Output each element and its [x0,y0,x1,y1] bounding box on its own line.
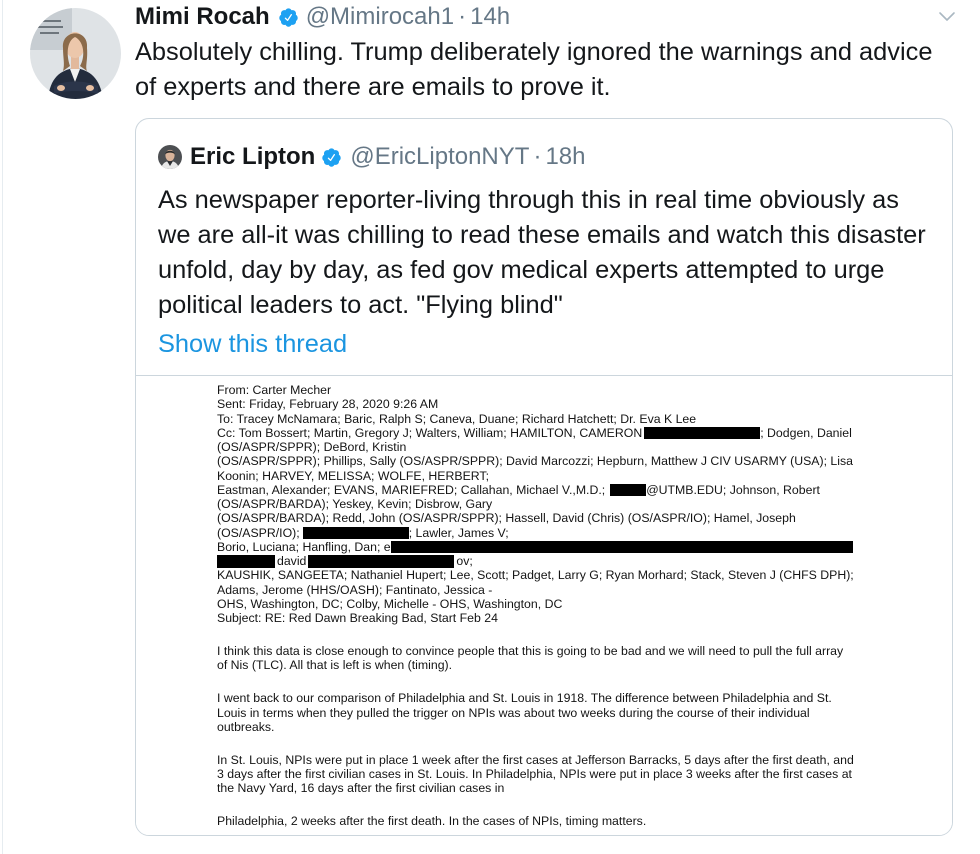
meta-separator: · [458,3,467,30]
email-text-segment: Borio, Luciana; Hanfling, Dan; e [217,539,391,554]
email-subject: Subject: RE: Red Dawn Breaking Bad, Star… [217,611,498,625]
email-body-line: of Nis (TLC). All that is left is when (… [217,658,453,673]
email-body-line: the Navy Yard, 16 days after the first c… [217,781,505,796]
email-recipient-line: Eastman, Alexander; EVANS, MARIEFRED; Ca… [217,483,854,497]
email-recipient-line: OHS, Washington, DC; Colby, Michelle - O… [217,596,563,611]
email-recipient-line: (OS/ASPR/BARDA); Redd, John (OS/ASPR/SPP… [217,511,796,526]
tweet-timestamp[interactable]: 14h [470,2,510,32]
redaction-bar [644,426,761,440]
author-name[interactable]: Mimi Rocah [135,2,270,32]
verified-badge-icon [278,7,299,28]
email-from: From: Carter Mecher [217,383,332,397]
verified-badge-icon [321,147,342,168]
email-recipient-line: (OS/ASPR/SPPR); Phillips, Sally (OS/ASPR… [217,454,853,469]
email-recipient-line: (OS/ASPR/SPPR); DeBord, Kristin [217,440,407,454]
email-body-line: Louis in terms when they pulled the trig… [217,705,810,720]
meta-separator: · [533,143,542,170]
tweet-text-line: Absolutely chilling. Trump deliberately … [135,38,933,66]
email-body-line: outbreaks. [217,719,275,734]
email-text-segment: ; Dodgen, Daniel [760,425,852,440]
quoted-text-line: unfold, day by day, as fed gov medical e… [158,256,885,284]
email-body-line: 3 days after the first civilian cases in… [217,767,852,781]
email-recipient-line: david ov; [217,554,854,568]
email-screenshot-media[interactable]: From: Carter Mecher Sent: Friday, Februa… [136,376,952,835]
email-recipient-line: Koonin; HARVEY, MELISSA; WOLFE, HERBERT; [217,468,490,483]
email-recipient-line: Adams, Jerome (HHS/OASH); Fantinato, Jes… [217,582,493,597]
email-sent: Sent: Friday, February 28, 2020 9:26 AM [217,397,439,412]
quoted-text-line: political leaders to act. "Flying blind" [158,291,563,319]
redaction-bar [390,540,853,554]
email-to: To: Tracey McNamara; Baric, Ralph S; Can… [217,411,697,426]
email-text-segment: Cc: Tom Bossert; Martin, Gregory J; Walt… [217,425,643,440]
quoted-tweet-text: As newspaper reporter-living through thi… [158,183,926,323]
email-recipient-line: KAUSHIK, SANGEETA; Nathaniel Hupert; Lee… [217,568,854,583]
quoted-author-name[interactable]: Eric Lipton [190,142,315,172]
email-text-segment: @UTMB.EDU; Johnson, Robert [646,482,820,497]
tweet-text: Absolutely chilling. Trump deliberately … [135,35,932,105]
redaction-bar [302,526,409,539]
quoted-tweet-header: Eric Lipton @EricLiptonNYT · 18h [190,142,585,172]
email-text-segment: Eastman, Alexander; EVANS, MARIEFRED; Ca… [217,482,606,497]
tweet-text-line: of experts and there are emails to prove… [135,73,611,101]
email-paragraph: I think this data is close enough to con… [217,644,854,673]
show-thread-link[interactable]: Show this thread [158,327,347,362]
quoted-tweet-card[interactable]: Eric Lipton @EricLiptonNYT · 18h As news… [135,118,953,836]
email-text-segment: david [277,554,307,568]
email-text-segment: ; Lawler, James V; [408,525,509,540]
email-body-line: Philadelphia, 2 weeks after the first de… [217,814,647,829]
email-recipient-line: Borio, Luciana; Hanfling, Dan; e [217,540,854,554]
email-recipient-line: (OS/ASPR/IO); ; Lawler, James V; [217,526,854,540]
email-paragraph: In St. Louis, NPIs were put in place 1 w… [217,753,854,796]
redaction-bar [610,483,647,497]
redaction-bar [217,555,275,568]
email-body-line: I think this data is close enough to con… [217,644,844,658]
avatar[interactable] [30,8,121,99]
email-paragraph: I went back to our comparison of Philade… [217,691,854,734]
redaction-bar [308,555,455,568]
email-text-segment: ov; [456,554,473,568]
email-body-line: I went back to our comparison of Philade… [217,691,832,706]
tweet-header: Mimi Rocah @Mimirocah1 · 14h [135,2,510,32]
email-cc-line: Cc: Tom Bossert; Martin, Gregory J; Walt… [217,426,854,440]
email-text: From: Carter Mecher Sent: Friday, Februa… [217,383,854,829]
quoted-tweet-timestamp[interactable]: 18h [545,142,585,172]
chevron-down-icon[interactable] [938,11,956,23]
timeline-border [2,0,3,854]
quoted-author-handle[interactable]: @EricLiptonNYT [350,142,529,172]
avatar[interactable] [158,145,182,169]
quoted-text-line: As newspaper reporter-living through thi… [158,186,899,214]
email-text-segment: (OS/ASPR/IO); [217,525,300,540]
email-body-line: In St. Louis, NPIs were put in place 1 w… [217,752,854,767]
author-handle[interactable]: @Mimirocah1 [306,2,454,32]
quoted-text-line: we are all-it was chilling to read these… [158,221,926,249]
email-recipient-line: (OS/ASPR/BARDA); Yeskey, Kevin; Disbrow,… [217,497,493,511]
email-paragraph: Philadelphia, 2 weeks after the first de… [217,814,854,828]
email-header: From: Carter Mecher Sent: Friday, Februa… [217,383,854,625]
